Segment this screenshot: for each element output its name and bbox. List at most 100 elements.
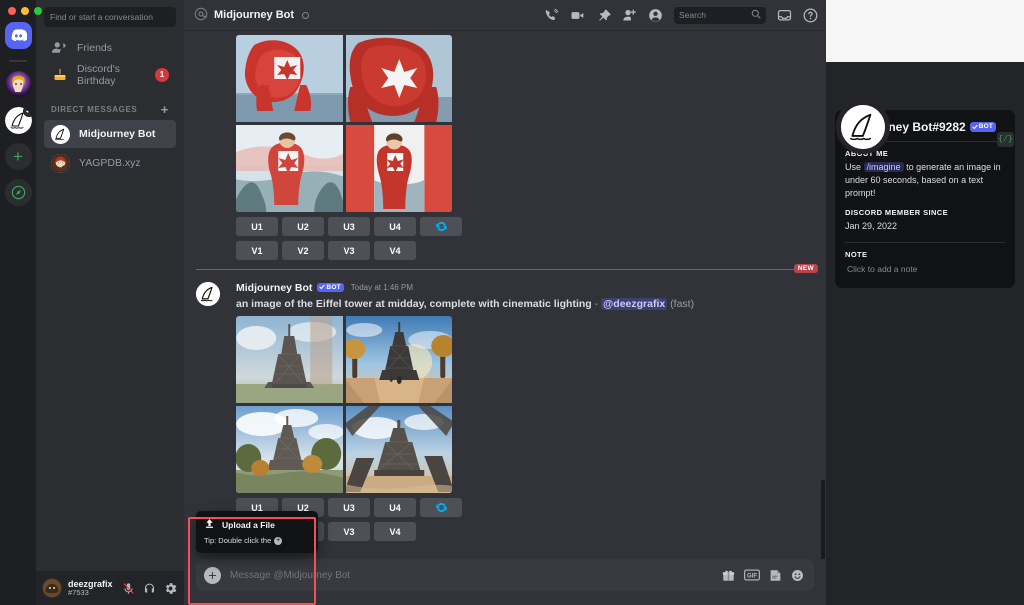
- settings-gear-icon[interactable]: [160, 578, 180, 598]
- member-since-value: Jan 29, 2022: [845, 220, 1005, 233]
- generated-image-canada-2[interactable]: [346, 35, 453, 122]
- tooltip-tip-text: Tip: Double click the: [204, 536, 271, 545]
- minimize-window-button[interactable]: [21, 7, 29, 15]
- find-conversation-input[interactable]: Find or start a conversation: [44, 7, 176, 27]
- scrollbar-thumb[interactable]: [821, 480, 825, 559]
- mj-button-u1-canada[interactable]: U1: [236, 217, 278, 236]
- composer-icons: GIF: [722, 569, 804, 582]
- user-controls: [118, 578, 180, 598]
- sidebar-item-discord-birthday[interactable]: Discord's Birthday 1: [44, 62, 176, 87]
- add-friend-icon[interactable]: [622, 8, 637, 23]
- mj-button-v2-canada[interactable]: V2: [282, 241, 324, 260]
- current-user-avatar[interactable]: [42, 578, 62, 598]
- current-user-names: deezgrafix #7533: [68, 579, 118, 598]
- mic-muted-icon[interactable]: [118, 578, 138, 598]
- server-rail-item-discord-home[interactable]: [5, 22, 32, 49]
- tooltip-title-row: Upload a File: [204, 518, 310, 531]
- image-grid-canada[interactable]: [236, 35, 452, 212]
- user-server-avatar: [5, 71, 32, 98]
- message-scrollbar[interactable]: [821, 60, 825, 559]
- maximize-window-button[interactable]: [34, 7, 42, 15]
- message-author-name[interactable]: Midjourney Bot: [236, 282, 312, 294]
- inbox-icon[interactable]: [777, 8, 792, 23]
- mj-button-v3-canada[interactable]: V3: [328, 241, 370, 260]
- composer-area: +: [184, 559, 826, 605]
- server-rail-item-user-server[interactable]: [5, 71, 32, 98]
- message-list: U1 U2 U3 U4 V: [184, 30, 826, 559]
- yagpdb-avatar: [51, 154, 70, 173]
- mj-button-refresh-eiffel[interactable]: [420, 498, 462, 517]
- pin-icon[interactable]: [596, 8, 611, 23]
- imagine-command-chip[interactable]: /imagine: [864, 162, 904, 172]
- profile-bot-tag: BOT: [970, 122, 996, 132]
- headphones-icon[interactable]: [139, 578, 159, 598]
- dm-item-label-yagpdb: YAGPDB.xyz: [79, 157, 141, 169]
- message-separator: -: [595, 298, 599, 310]
- dm-item-midjourney-bot[interactable]: Midjourney Bot: [44, 120, 176, 148]
- generated-image-eiffel-3[interactable]: [236, 406, 343, 493]
- server-rail: +: [0, 0, 36, 605]
- at-symbol-icon: [194, 7, 208, 24]
- gif-icon[interactable]: GIF: [744, 569, 760, 581]
- message-composer[interactable]: +: [196, 559, 814, 591]
- developer-portal-badge[interactable]: {/}: [997, 132, 1014, 147]
- attach-file-button[interactable]: +: [204, 567, 221, 584]
- generated-image-canada-1[interactable]: [236, 35, 343, 122]
- gift-icon[interactable]: [722, 569, 735, 582]
- generated-image-eiffel-2[interactable]: [346, 316, 453, 403]
- server-rail-item-add-server[interactable]: +: [5, 143, 32, 170]
- profile-avatar[interactable]: [836, 100, 890, 154]
- member-since-label: DISCORD MEMBER SINCE: [845, 208, 1005, 217]
- message-input[interactable]: [230, 570, 714, 581]
- help-icon[interactable]: [803, 8, 818, 23]
- mj-button-v4-eiffel[interactable]: V4: [374, 522, 416, 541]
- sidebar-item-label-birthday: Discord's Birthday: [77, 63, 155, 87]
- generated-image-canada-3[interactable]: [236, 125, 343, 212]
- mj-buttons-row-v-eiffel: V1 V2 V3 V4: [236, 522, 816, 541]
- generated-image-canada-4[interactable]: [346, 125, 453, 212]
- mj-button-refresh-canada[interactable]: [420, 217, 462, 236]
- new-dm-button[interactable]: +: [161, 103, 169, 116]
- message-body-eiffel: Midjourney Bot BOT Today at 1:46 PM: [196, 280, 816, 541]
- dm-item-yagpdb[interactable]: YAGPDB.xyz: [44, 149, 176, 177]
- plus-circle-icon: +: [274, 537, 282, 545]
- compass-icon: [11, 185, 26, 200]
- generated-image-eiffel-4[interactable]: [346, 406, 453, 493]
- new-messages-badge: NEW: [794, 264, 818, 273]
- topbar-actions: Search: [544, 7, 818, 24]
- search-input[interactable]: Search: [674, 7, 766, 24]
- mj-button-v1-canada[interactable]: V1: [236, 241, 278, 260]
- profile-banner-lower: {/}: [826, 62, 1024, 100]
- mj-button-u3-eiffel[interactable]: U3: [328, 498, 370, 517]
- channel-topbar: Midjourney Bot: [184, 0, 826, 30]
- user-mention[interactable]: @deezgrafix: [601, 298, 667, 310]
- mj-button-u4-canada[interactable]: U4: [374, 217, 416, 236]
- mj-button-v4-canada[interactable]: V4: [374, 241, 416, 260]
- bot-verified-tag: BOT: [317, 283, 343, 293]
- mj-button-u3-canada[interactable]: U3: [328, 217, 370, 236]
- message-content: an image of the Eiffel tower at midday, …: [236, 297, 816, 311]
- video-icon[interactable]: [570, 8, 585, 23]
- emoji-icon[interactable]: [791, 569, 804, 582]
- mj-button-v3-eiffel[interactable]: V3: [328, 522, 370, 541]
- message-group-canada: U1 U2 U3 U4 V: [184, 35, 826, 260]
- call-icon[interactable]: [544, 8, 559, 23]
- direct-messages-label: DIRECT MESSAGES: [51, 105, 137, 114]
- note-label: NOTE: [845, 250, 1005, 259]
- mj-buttons-row-v-canada: V1 V2 V3 V4: [236, 241, 816, 260]
- cake-icon: [51, 68, 68, 82]
- profile-bot-tag-label: BOT: [979, 123, 993, 131]
- generated-image-eiffel-1[interactable]: [236, 316, 343, 403]
- sidebar-item-label-friends: Friends: [77, 42, 112, 54]
- close-window-button[interactable]: [8, 7, 16, 15]
- image-grid-eiffel[interactable]: [236, 316, 452, 493]
- server-rail-item-midjourney[interactable]: [5, 107, 32, 134]
- sticker-icon[interactable]: [769, 569, 782, 582]
- note-input[interactable]: Click to add a note: [845, 262, 1005, 276]
- mj-button-u4-eiffel[interactable]: U4: [374, 498, 416, 517]
- mj-button-u2-canada[interactable]: U2: [282, 217, 324, 236]
- user-profile-icon[interactable]: [648, 8, 663, 23]
- sidebar-item-friends[interactable]: Friends: [44, 35, 176, 60]
- server-rail-item-explore[interactable]: [5, 179, 32, 206]
- midjourney-bot-avatar: [51, 125, 70, 144]
